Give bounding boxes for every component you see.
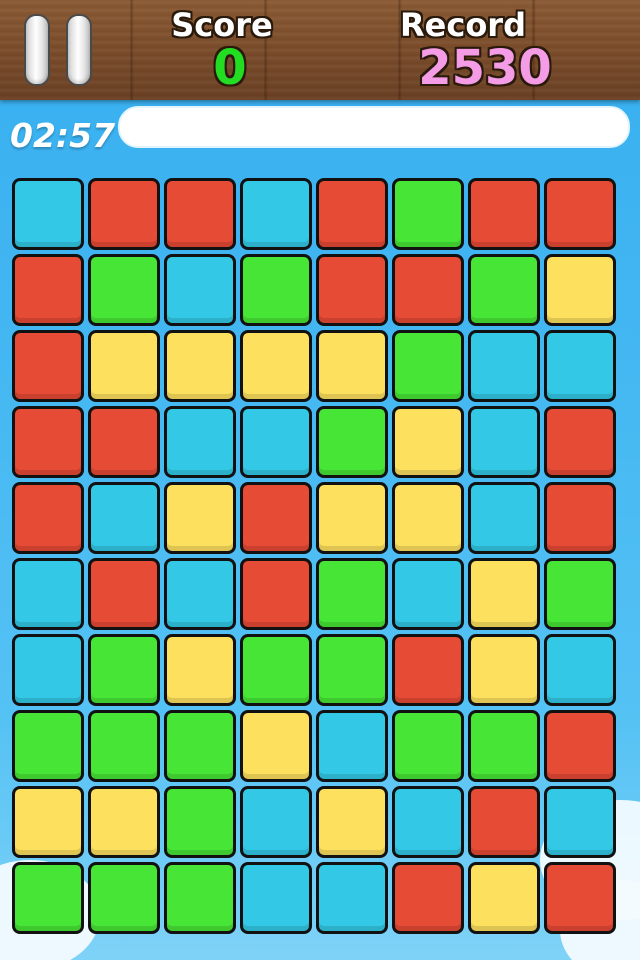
pause-button[interactable] (22, 14, 96, 86)
tile-red[interactable] (316, 254, 388, 326)
tile-green[interactable] (392, 330, 464, 402)
tile-blue[interactable] (12, 178, 84, 250)
tile-green[interactable] (468, 710, 540, 782)
tile-blue[interactable] (164, 558, 236, 630)
tile-green[interactable] (164, 710, 236, 782)
tile-green[interactable] (316, 634, 388, 706)
tile-blue[interactable] (316, 710, 388, 782)
tile-blue[interactable] (12, 634, 84, 706)
tile-green[interactable] (544, 558, 616, 630)
score-value: 0 (213, 40, 247, 96)
tile-blue[interactable] (240, 786, 312, 858)
tile-blue[interactable] (240, 406, 312, 478)
countdown-timer: 02:57 (10, 116, 116, 155)
tile-blue[interactable] (392, 558, 464, 630)
tile-green[interactable] (392, 178, 464, 250)
tile-yellow[interactable] (88, 786, 160, 858)
tile-blue[interactable] (468, 330, 540, 402)
tile-red[interactable] (316, 178, 388, 250)
game-screen: Score 0 Record 2530 02:57 (0, 0, 640, 960)
tile-red[interactable] (392, 862, 464, 934)
tile-red[interactable] (392, 634, 464, 706)
tile-blue[interactable] (12, 558, 84, 630)
tile-red[interactable] (544, 482, 616, 554)
tile-yellow[interactable] (164, 330, 236, 402)
tile-green[interactable] (316, 558, 388, 630)
tile-green[interactable] (240, 634, 312, 706)
tile-red[interactable] (240, 482, 312, 554)
record-label: Record (400, 6, 526, 44)
tile-green[interactable] (12, 862, 84, 934)
tile-green[interactable] (88, 862, 160, 934)
tile-yellow[interactable] (316, 330, 388, 402)
tile-green[interactable] (392, 710, 464, 782)
tile-yellow[interactable] (392, 406, 464, 478)
tile-green[interactable] (88, 254, 160, 326)
tile-green[interactable] (468, 254, 540, 326)
tile-blue[interactable] (468, 482, 540, 554)
pause-icon (66, 14, 92, 86)
tile-yellow[interactable] (468, 558, 540, 630)
tile-red[interactable] (392, 254, 464, 326)
time-progress-fill (120, 108, 623, 146)
tile-blue[interactable] (240, 862, 312, 934)
tile-yellow[interactable] (164, 634, 236, 706)
tile-green[interactable] (316, 406, 388, 478)
tile-yellow[interactable] (316, 482, 388, 554)
tile-red[interactable] (12, 482, 84, 554)
tile-blue[interactable] (164, 254, 236, 326)
record-value: 2530 (418, 40, 552, 96)
score-label: Score (171, 6, 273, 44)
wooden-top-bar: Score 0 Record 2530 (0, 0, 640, 100)
tile-yellow[interactable] (164, 482, 236, 554)
tile-green[interactable] (88, 634, 160, 706)
tile-green[interactable] (12, 710, 84, 782)
time-progress-bar (118, 106, 630, 148)
tile-blue[interactable] (544, 786, 616, 858)
tile-red[interactable] (544, 862, 616, 934)
tile-red[interactable] (468, 786, 540, 858)
tile-blue[interactable] (240, 178, 312, 250)
tile-yellow[interactable] (392, 482, 464, 554)
tile-green[interactable] (88, 710, 160, 782)
tile-green[interactable] (164, 862, 236, 934)
tile-red[interactable] (544, 178, 616, 250)
tile-yellow[interactable] (544, 254, 616, 326)
tile-yellow[interactable] (88, 330, 160, 402)
tile-yellow[interactable] (468, 862, 540, 934)
tile-blue[interactable] (88, 482, 160, 554)
tile-red[interactable] (12, 406, 84, 478)
tile-board (12, 178, 620, 938)
tile-green[interactable] (164, 786, 236, 858)
tile-red[interactable] (88, 406, 160, 478)
tile-red[interactable] (544, 406, 616, 478)
tile-red[interactable] (544, 710, 616, 782)
tile-blue[interactable] (164, 406, 236, 478)
tile-yellow[interactable] (12, 786, 84, 858)
tile-yellow[interactable] (316, 786, 388, 858)
tile-blue[interactable] (316, 862, 388, 934)
tile-red[interactable] (88, 558, 160, 630)
pause-icon (24, 14, 50, 86)
tile-yellow[interactable] (240, 710, 312, 782)
tile-yellow[interactable] (468, 634, 540, 706)
tile-red[interactable] (12, 330, 84, 402)
tile-blue[interactable] (544, 330, 616, 402)
tile-blue[interactable] (468, 406, 540, 478)
tile-red[interactable] (12, 254, 84, 326)
tile-red[interactable] (468, 178, 540, 250)
tile-yellow[interactable] (240, 330, 312, 402)
tile-red[interactable] (88, 178, 160, 250)
tile-green[interactable] (240, 254, 312, 326)
tile-blue[interactable] (544, 634, 616, 706)
tile-blue[interactable] (392, 786, 464, 858)
tile-red[interactable] (164, 178, 236, 250)
tile-red[interactable] (240, 558, 312, 630)
